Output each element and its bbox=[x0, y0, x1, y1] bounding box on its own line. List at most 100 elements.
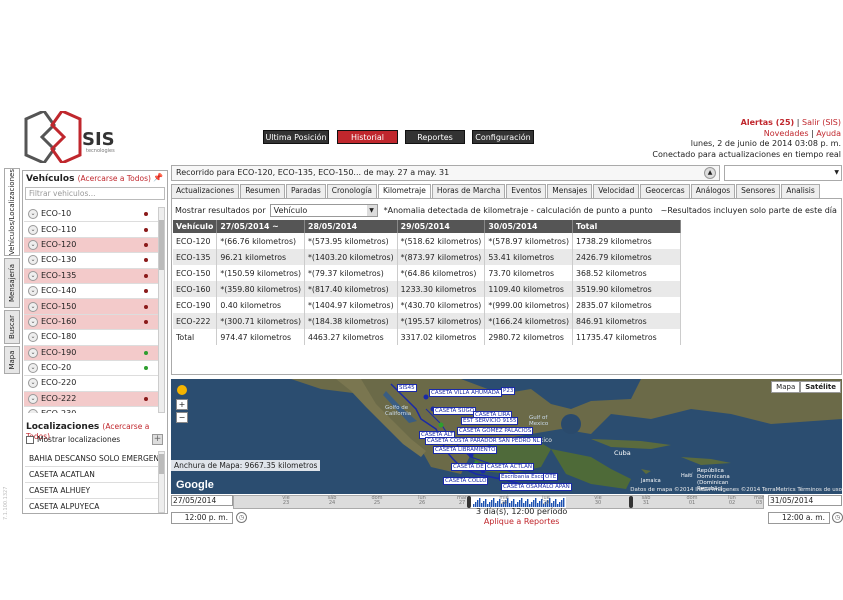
map-marker-label[interactable]: CASETA COSTA PARADOR SAN PEDRO NL bbox=[425, 437, 542, 445]
chevron-down-icon[interactable]: ⌄ bbox=[28, 316, 38, 327]
column-header[interactable]: 29/05/2014 bbox=[397, 220, 486, 233]
chevron-down-icon[interactable]: ⌄ bbox=[28, 255, 38, 266]
column-header[interactable]: 27/05/2014 ~ bbox=[216, 220, 306, 233]
map-marker-label[interactable]: CASETA SUGO bbox=[433, 407, 477, 415]
map-marker-label[interactable]: P23 bbox=[501, 387, 516, 395]
nav-configuracion[interactable]: Configuración bbox=[472, 130, 534, 144]
tab-cronolog-a[interactable]: Cronología bbox=[326, 184, 377, 198]
chevron-down-icon[interactable]: ⌄ bbox=[28, 209, 38, 220]
vehicles-zoom-all-link[interactable]: (Acercarse a Todos) bbox=[78, 174, 151, 183]
map-marker-label[interactable]: CASETA DE bbox=[451, 463, 486, 471]
map-marker-label[interactable]: CASETA OSAMALO APAN bbox=[501, 483, 572, 491]
location-list-scrollbar[interactable] bbox=[158, 451, 165, 513]
vehicle-row[interactable]: ⌄ ECO-135 bbox=[24, 268, 158, 284]
vehicle-row[interactable]: ⌄ECO-230 bbox=[24, 407, 158, 413]
results-by-select[interactable]: Vehículo ▼ bbox=[269, 204, 378, 217]
help-link[interactable]: Ayuda bbox=[816, 129, 841, 138]
nav-reportes[interactable]: Reportes bbox=[405, 130, 465, 144]
chevron-down-icon[interactable]: ⌄ bbox=[28, 301, 38, 312]
location-row[interactable]: CASETA ACATLAN bbox=[25, 467, 159, 483]
timeline-end-handle[interactable] bbox=[629, 496, 633, 508]
vehicle-combo[interactable]: ▼ bbox=[724, 165, 842, 181]
tab-eventos[interactable]: Eventos bbox=[506, 184, 547, 198]
zoom-in-button[interactable]: + bbox=[176, 399, 188, 410]
start-date-input[interactable]: 27/05/2014 bbox=[171, 495, 233, 506]
vehicle-row[interactable]: ⌄ ECO-180 bbox=[24, 330, 158, 346]
map-type-satellite-button[interactable]: Satélite bbox=[800, 381, 841, 393]
location-row[interactable]: CASETA ALPUYECA bbox=[25, 499, 159, 513]
show-locations-toggle[interactable]: Mostrar localizaciones bbox=[26, 435, 120, 444]
zoom-out-button[interactable]: − bbox=[176, 412, 188, 423]
vehicle-row[interactable]: ⌄ ECO-222 bbox=[24, 391, 158, 408]
vehicle-list-scrollbar[interactable] bbox=[158, 207, 165, 413]
side-tab-mapa[interactable]: Mapa bbox=[4, 346, 20, 374]
column-header[interactable]: Vehículo bbox=[173, 220, 218, 233]
column-header[interactable]: Total bbox=[572, 220, 682, 233]
chevron-down-icon[interactable]: ⌄ bbox=[28, 270, 38, 281]
map-marker-label[interactable]: EST SERVICIO 9155 bbox=[461, 417, 519, 425]
map-marker-label[interactable]: SIS45 bbox=[397, 384, 417, 392]
tab-an-logos[interactable]: Análogos bbox=[690, 184, 736, 198]
pegman-icon[interactable] bbox=[177, 385, 187, 395]
location-row[interactable]: CASETA ALHUEY bbox=[25, 483, 159, 499]
vehicle-row[interactable]: ⌄ ECO-120 bbox=[24, 237, 158, 254]
add-location-button[interactable]: + bbox=[152, 434, 163, 445]
column-header[interactable]: 30/05/2014 bbox=[484, 220, 574, 233]
map-type-map-button[interactable]: Mapa bbox=[771, 381, 801, 393]
tab-paradas[interactable]: Paradas bbox=[286, 184, 326, 198]
map-marker-label[interactable]: OTE bbox=[543, 473, 559, 481]
chevron-down-icon[interactable]: ⌄ bbox=[28, 224, 38, 235]
side-tab-mensajeria[interactable]: Mensajería bbox=[4, 258, 20, 308]
show-locations-checkbox[interactable] bbox=[26, 435, 34, 444]
tab-resumen[interactable]: Resumen bbox=[240, 184, 286, 198]
map-marker-label[interactable]: CASETA VILLA AHUMADA bbox=[429, 389, 502, 397]
column-header[interactable]: 28/05/2014 bbox=[304, 220, 398, 233]
start-time-input[interactable]: 12:00 p. m. bbox=[171, 512, 233, 524]
location-row[interactable]: BAHIA DESCANSO SOLO EMERGENCIAS bbox=[25, 451, 159, 467]
news-link[interactable]: Novedades bbox=[764, 129, 809, 138]
chevron-down-icon[interactable]: ⌄ bbox=[28, 409, 38, 413]
pin-icon[interactable]: 📌 bbox=[153, 173, 163, 182]
vehicle-row[interactable]: ⌄ ECO-140 bbox=[24, 283, 158, 300]
chevron-down-icon[interactable]: ⌄ bbox=[28, 347, 38, 358]
tab-mensajes[interactable]: Mensajes bbox=[547, 184, 593, 198]
scrollbar-thumb[interactable] bbox=[159, 454, 164, 474]
map-view[interactable]: Golfo de California Gulf of Mexico Mexic… bbox=[171, 379, 842, 494]
vehicle-row[interactable]: ⌄ ECO-10 bbox=[24, 207, 158, 223]
scrollbar-thumb[interactable] bbox=[159, 220, 164, 270]
chevron-down-icon[interactable]: ⌄ bbox=[28, 363, 38, 374]
map-marker-label[interactable]: CASETA ACTLAN bbox=[485, 463, 534, 471]
vehicle-row[interactable]: ⌄ ECO-110 bbox=[24, 222, 158, 238]
alerts-link[interactable]: Alertas (25) bbox=[741, 118, 795, 127]
side-tab-vehiculos[interactable]: Vehículos/Localizaciones bbox=[4, 168, 20, 256]
vehicle-filter-input[interactable]: Filtrar vehiculos... bbox=[25, 187, 165, 200]
end-date-input[interactable]: 31/05/2014 bbox=[768, 495, 842, 506]
map-marker-label[interactable]: CASETA GOMEZ PALACIOS bbox=[457, 427, 534, 435]
side-tab-buscar[interactable]: Buscar bbox=[4, 310, 20, 344]
nav-historial[interactable]: Historial bbox=[337, 130, 398, 144]
logout-link[interactable]: Salir (SIS) bbox=[802, 118, 841, 127]
vehicle-row[interactable]: ⌄ ECO-160 bbox=[24, 314, 158, 331]
tab-analisis[interactable]: Analisis bbox=[781, 184, 820, 198]
map-marker-label[interactable]: Escribanía Esco bbox=[499, 473, 546, 481]
clock-icon[interactable]: ◷ bbox=[832, 512, 843, 523]
tab-kilometraje[interactable]: Kilometraje bbox=[377, 184, 431, 199]
tab-actualizaciones[interactable]: Actualizaciones bbox=[171, 184, 240, 198]
vehicle-row[interactable]: ⌄ ECO-130 bbox=[24, 253, 158, 269]
apply-to-reports-link[interactable]: Aplique a Reportes bbox=[476, 517, 567, 527]
tab-velocidad[interactable]: Velocidad bbox=[593, 184, 640, 198]
vehicle-row[interactable]: ⌄ ECO-150 bbox=[24, 299, 158, 315]
chevron-down-icon[interactable]: ⌄ bbox=[28, 239, 38, 250]
vehicle-row[interactable]: ⌄ ECO-20 bbox=[24, 360, 158, 377]
clock-icon[interactable]: ◷ bbox=[236, 512, 247, 523]
tab-geocercas[interactable]: Geocercas bbox=[640, 184, 690, 198]
chevron-down-icon[interactable]: ⌄ bbox=[28, 332, 38, 343]
tab-sensores[interactable]: Sensores bbox=[736, 184, 781, 198]
end-time-input[interactable]: 12:00 a. m. bbox=[768, 512, 830, 524]
chevron-down-icon[interactable]: ⌄ bbox=[28, 378, 38, 389]
tab-horas-de-marcha[interactable]: Horas de Marcha bbox=[431, 184, 506, 198]
chevron-down-icon[interactable]: ⌄ bbox=[28, 286, 38, 297]
vehicle-row[interactable]: ⌄ ECO-220 bbox=[24, 376, 158, 392]
map-marker-label[interactable]: CASETA LIBRAMIENTO bbox=[433, 446, 498, 454]
map-marker-label[interactable]: CASETA COLLO bbox=[443, 477, 489, 485]
